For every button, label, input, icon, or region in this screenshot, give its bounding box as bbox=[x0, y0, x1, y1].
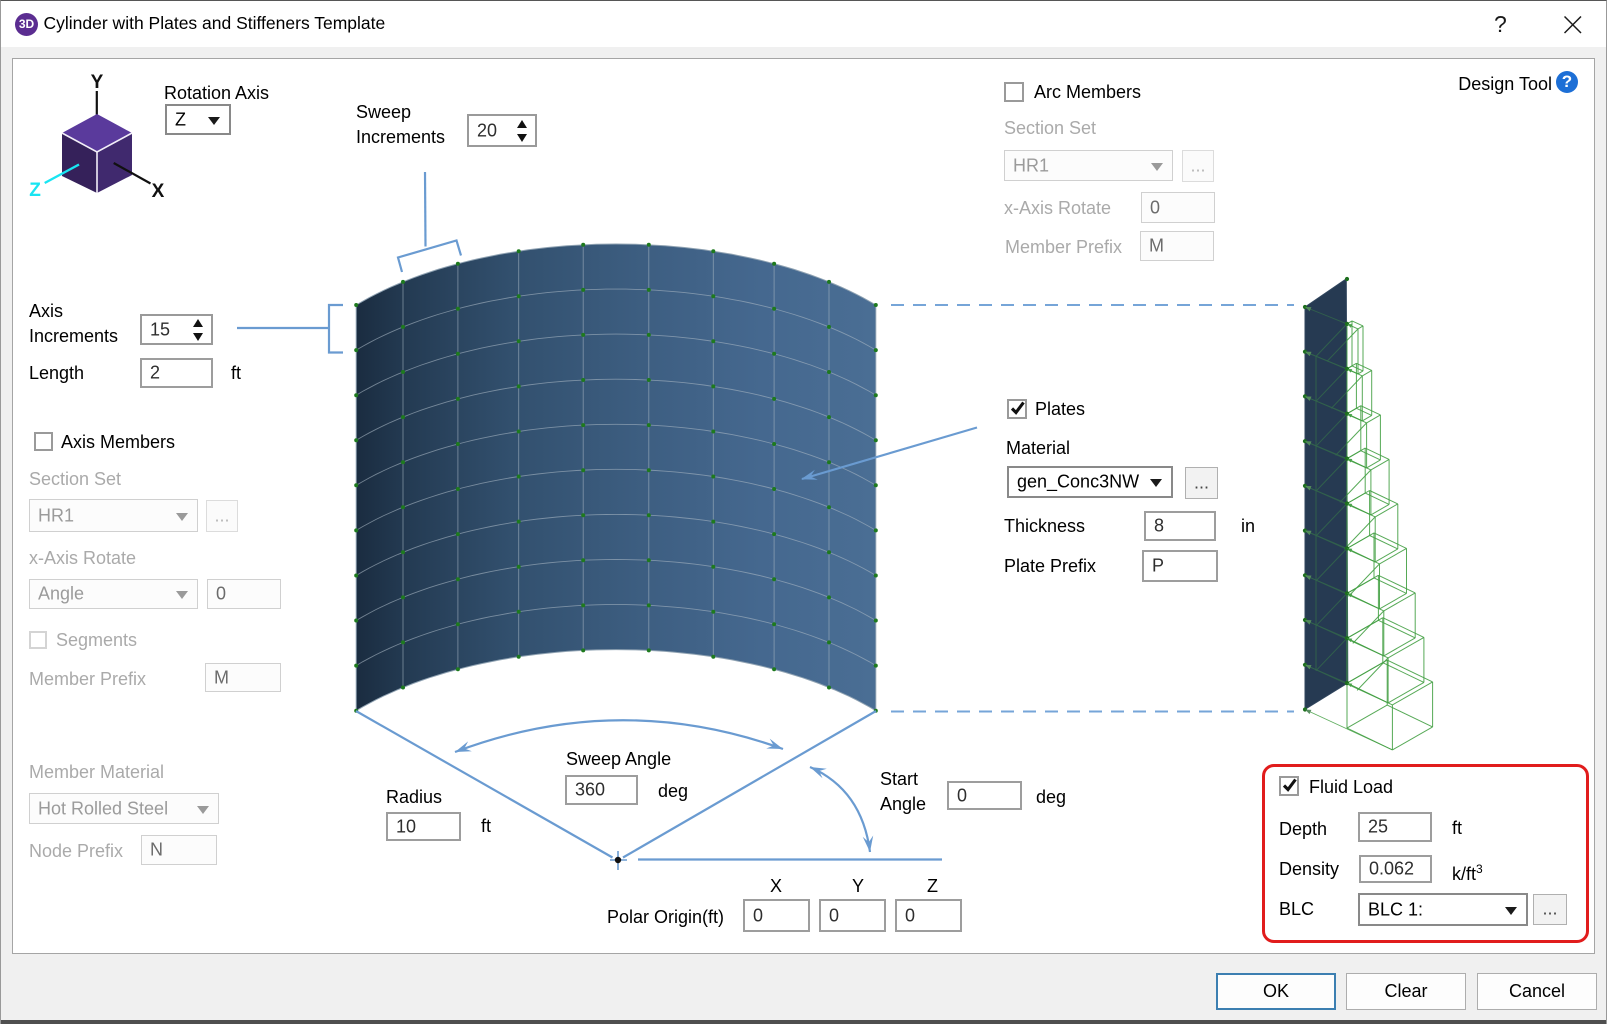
svg-text:X: X bbox=[152, 181, 165, 202]
svg-text:Z: Z bbox=[29, 180, 41, 201]
svg-text:Y: Y bbox=[91, 72, 104, 93]
